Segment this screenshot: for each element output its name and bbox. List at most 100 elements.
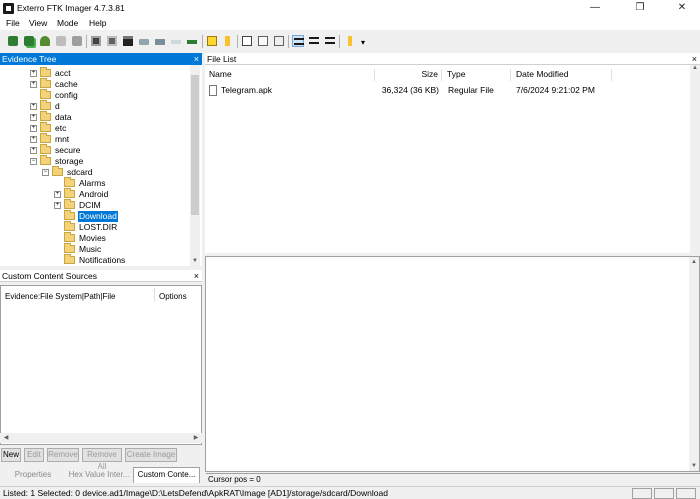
collapse-icon[interactable]: − [42,169,49,176]
remove-all-button[interactable]: Remove All [82,448,122,471]
column-type[interactable]: Type [443,69,511,81]
tree-node-label: mnt [55,134,70,144]
hex-view-icon[interactable] [324,35,336,47]
capture-memory-icon[interactable] [206,35,218,47]
folder-icon [64,188,75,198]
tab-hex-value-interpreter[interactable]: Hex Value Inter... [66,468,132,482]
column-date-modified[interactable]: Date Modified [512,69,612,81]
title-bar: Exterro FTK Imager 4.7.3.81 — ❐ ✕ [0,0,700,16]
detect-efs-icon[interactable] [241,35,253,47]
custom-content-close-icon[interactable]: × [194,270,199,282]
status-text: Listed: 1 Selected: 0 device.ad1/Image\D… [3,488,388,498]
custom-content-hscrollbar[interactable]: ◀ ▶ [0,433,202,443]
window-title: Exterro FTK Imager 4.7.3.81 [17,3,125,13]
custom-content-list[interactable]: Evidence:File System|Path|File Options [0,285,202,445]
menu-file[interactable]: File [6,18,20,28]
expand-icon[interactable]: + [54,202,61,209]
tree-node-label: Movies [79,233,106,243]
scroll-left-icon[interactable]: ◀ [1,434,11,441]
tree-node-label: Music [79,244,102,254]
column-name[interactable]: Name [205,69,375,81]
decrypt-ad1-icon[interactable] [170,35,182,47]
scroll-right-icon[interactable]: ▶ [191,434,201,441]
tree-node-label: Download [78,211,118,222]
column-size[interactable]: Size [376,69,442,81]
export-logical-image-icon[interactable] [122,35,134,47]
tree-node-label: acct [55,68,71,78]
new-button[interactable]: New [1,448,21,462]
folder-icon [64,243,75,253]
column-evidence-path[interactable]: Evidence:File System|Path|File [5,292,115,301]
table-row[interactable]: Telegram.apk 36,324 (36 KB) Regular File… [205,84,700,97]
minimize-button[interactable]: — [580,0,610,16]
add-to-custom-content-icon[interactable] [138,35,150,47]
folder-icon [64,221,75,231]
toolbar-overflow-icon[interactable]: ▾ [361,38,365,47]
toolbar-separator [339,35,340,48]
evidence-tree-close-icon[interactable]: × [194,53,199,65]
restore-button[interactable]: ❐ [625,0,655,16]
auto-view-icon[interactable] [292,35,304,47]
file-list-close-icon[interactable]: × [692,53,697,65]
expand-icon[interactable]: + [30,114,37,121]
expand-icon[interactable]: + [30,81,37,88]
tree-node-label: cache [55,79,78,89]
scroll-up-icon[interactable]: ▲ [690,65,700,71]
tree-node-label: DCIM [79,200,101,210]
edit-button[interactable]: Edit [24,448,44,462]
toolbar: ▾ [0,32,700,51]
folder-icon [40,78,51,88]
expand-icon[interactable]: + [30,103,37,110]
collapse-icon[interactable]: − [30,158,37,165]
expand-icon[interactable]: + [30,70,37,77]
tree-node-label: data [55,112,72,122]
folder-icon [64,177,75,187]
file-name: Telegram.apk [221,85,273,95]
scroll-down-icon[interactable]: ▼ [689,463,699,469]
obtain-protected-files-icon[interactable] [222,35,234,47]
menu-view[interactable]: View [29,18,47,28]
close-button[interactable]: ✕ [667,0,697,16]
expand-icon[interactable]: + [30,125,37,132]
folder-icon [40,133,51,143]
expand-icon[interactable]: + [30,147,37,154]
folder-icon [40,155,51,165]
file-date-modified: 7/6/2024 9:21:02 PM [516,85,595,95]
tab-properties[interactable]: Properties [2,468,64,482]
create-disk-image-icon[interactable] [90,35,102,47]
folder-icon [40,122,51,132]
text-view-icon[interactable] [308,35,320,47]
scroll-up-icon[interactable]: ▲ [689,259,699,265]
create-custom-content-image-icon[interactable] [154,35,166,47]
file-size: 36,324 (36 KB) [381,85,439,95]
remove-all-evidence-icon[interactable] [71,35,83,47]
help-icon[interactable] [344,35,356,47]
expand-icon[interactable]: + [30,136,37,143]
tree-node-label: LOST.DIR [79,222,118,232]
column-options[interactable]: Options [159,292,187,301]
export-files-icon[interactable] [257,35,269,47]
add-evidence-icon[interactable] [7,35,19,47]
cursor-position: Cursor pos = 0 [206,473,700,484]
export-file-hash-list-icon[interactable] [273,35,285,47]
create-image-button[interactable]: Create Image [125,448,177,462]
evidence-tree-scroll-thumb[interactable] [191,75,199,215]
content-viewer[interactable]: ▲ ▼ [205,256,700,472]
export-disk-image-icon[interactable] [106,35,118,47]
image-mounting-icon[interactable] [39,35,51,47]
folder-icon [64,210,75,220]
tab-custom-content[interactable]: Custom Conte... [133,467,200,483]
add-all-attached-icon[interactable] [23,35,35,47]
remove-evidence-icon[interactable] [55,35,67,47]
evidence-tree-scrollbar[interactable]: ▼ [190,65,200,266]
scroll-down-icon[interactable]: ▼ [190,258,200,264]
tree-node-label: d [55,101,60,111]
menu-mode[interactable]: Mode [57,18,78,28]
expand-icon[interactable]: + [54,191,61,198]
toolbar-separator [202,35,203,48]
viewer-scrollbar[interactable]: ▲ ▼ [689,257,699,471]
verify-drive-icon[interactable] [186,35,198,47]
column-divider [154,288,155,302]
remove-button[interactable]: Remove [47,448,79,462]
menu-help[interactable]: Help [89,18,106,28]
